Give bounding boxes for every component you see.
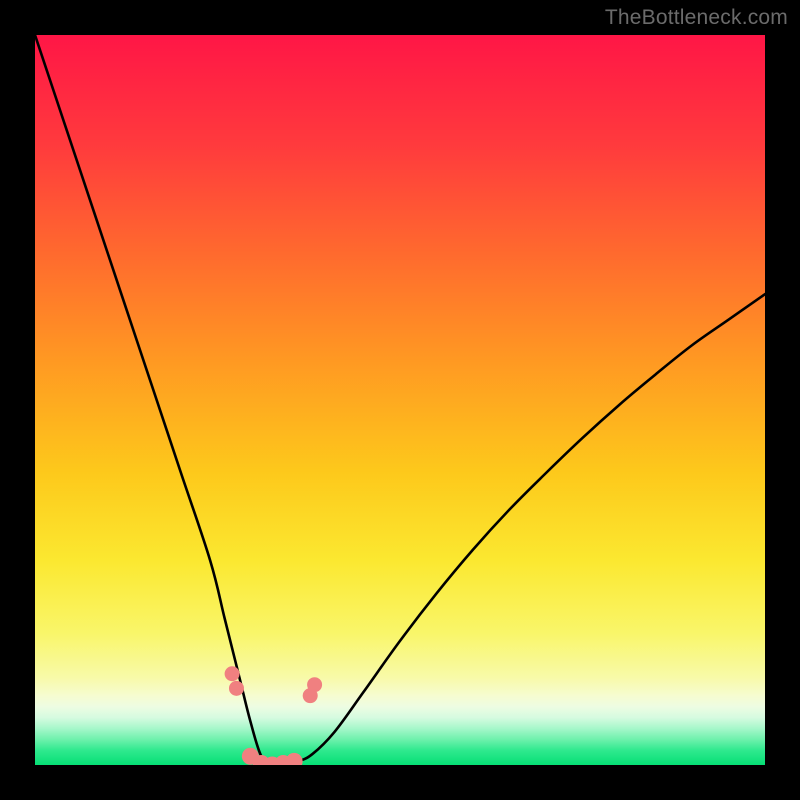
bottleneck-curve xyxy=(35,35,765,765)
marker-dot xyxy=(225,666,240,681)
chart-svg xyxy=(35,35,765,765)
plot-area xyxy=(35,35,765,765)
marker-dot xyxy=(307,677,322,692)
marker-dot xyxy=(229,681,244,696)
marker-dot xyxy=(286,753,303,765)
watermark-text: TheBottleneck.com xyxy=(605,6,788,30)
chart-frame: TheBottleneck.com xyxy=(0,0,800,800)
